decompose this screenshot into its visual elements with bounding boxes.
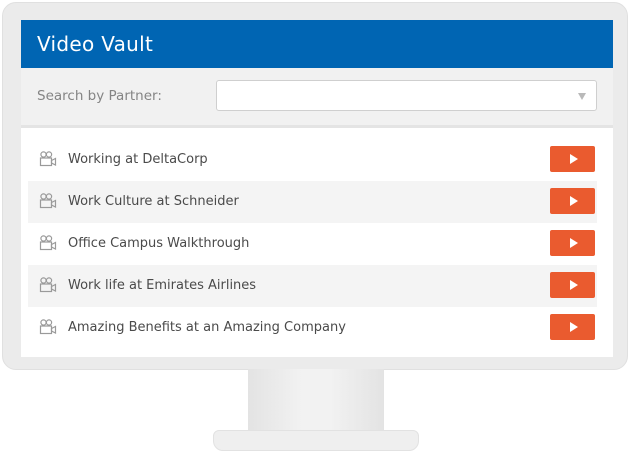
play-button[interactable]	[550, 314, 595, 340]
monitor-stand-base	[213, 430, 419, 451]
video-row[interactable]: Office Campus Walkthrough	[28, 223, 597, 265]
video-camera-icon	[39, 235, 57, 251]
search-label: Search by Partner:	[37, 88, 162, 104]
play-button[interactable]	[550, 146, 595, 172]
partner-select[interactable]	[216, 80, 597, 111]
app-window: Video Vault Search by Partner: Working a…	[21, 20, 613, 357]
monitor-illustration: Video Vault Search by Partner: Working a…	[0, 0, 632, 455]
play-icon	[569, 154, 578, 164]
video-camera-icon	[39, 319, 57, 335]
play-button[interactable]	[550, 272, 595, 298]
play-button[interactable]	[550, 230, 595, 256]
video-title: Office Campus Walkthrough	[68, 236, 250, 251]
video-title: Amazing Benefits at an Amazing Company	[68, 320, 346, 335]
play-icon	[569, 238, 578, 248]
video-title: Work life at Emirates Airlines	[68, 278, 257, 293]
video-list: Working at DeltaCorp Work Culture at Sch…	[28, 139, 597, 349]
chevron-down-icon	[578, 93, 586, 100]
play-icon	[569, 322, 578, 332]
play-icon	[569, 196, 578, 206]
video-row[interactable]: Amazing Benefits at an Amazing Company	[28, 307, 597, 349]
search-bar: Search by Partner:	[21, 68, 613, 128]
video-camera-icon	[39, 277, 57, 293]
video-camera-icon	[39, 193, 57, 209]
video-title: Work Culture at Schneider	[68, 194, 239, 209]
app-header: Video Vault	[21, 20, 613, 68]
video-camera-icon	[39, 151, 57, 167]
monitor-stand-neck	[248, 369, 384, 433]
monitor-bezel: Video Vault Search by Partner: Working a…	[2, 2, 628, 370]
play-icon	[569, 280, 578, 290]
video-row[interactable]: Work Culture at Schneider	[28, 181, 597, 223]
video-title: Working at DeltaCorp	[68, 152, 208, 167]
play-button[interactable]	[550, 188, 595, 214]
video-row[interactable]: Work life at Emirates Airlines	[28, 265, 597, 307]
app-title: Video Vault	[37, 32, 154, 56]
video-row[interactable]: Working at DeltaCorp	[28, 139, 597, 181]
